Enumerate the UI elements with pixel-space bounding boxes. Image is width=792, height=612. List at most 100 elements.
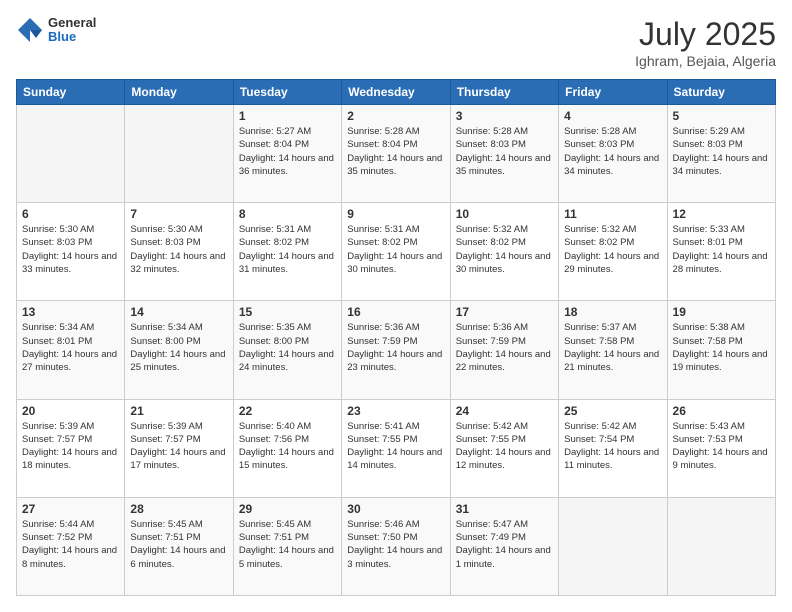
day-number: 2 xyxy=(347,109,444,123)
day-info: Sunrise: 5:32 AM Sunset: 8:02 PM Dayligh… xyxy=(564,223,661,276)
day-info: Sunrise: 5:33 AM Sunset: 8:01 PM Dayligh… xyxy=(673,223,770,276)
day-number: 8 xyxy=(239,207,336,221)
logo-text: General Blue xyxy=(48,16,96,45)
day-number: 14 xyxy=(130,305,227,319)
day-number: 5 xyxy=(673,109,770,123)
week-row-1: 1Sunrise: 5:27 AM Sunset: 8:04 PM Daylig… xyxy=(17,105,776,203)
day-number: 26 xyxy=(673,404,770,418)
day-number: 20 xyxy=(22,404,119,418)
day-info: Sunrise: 5:30 AM Sunset: 8:03 PM Dayligh… xyxy=(22,223,119,276)
day-cell: 31 Sunrise: 5:47 AM Sunset: 7:49 PM Dayli… xyxy=(450,497,558,595)
day-info: Sunrise: 5:28 AM Sunset: 8:03 PM Dayligh… xyxy=(456,125,553,178)
day-cell: 25 Sunrise: 5:42 AM Sunset: 7:54 PM Dayli… xyxy=(559,399,667,497)
day-cell: 1Sunrise: 5:27 AM Sunset: 8:04 PM Daylig… xyxy=(233,105,341,203)
day-cell: 10 Sunrise: 5:32 AM Sunset: 8:02 PM Dayli… xyxy=(450,203,558,301)
logo: General Blue xyxy=(16,16,96,45)
calendar-body: 1Sunrise: 5:27 AM Sunset: 8:04 PM Daylig… xyxy=(17,105,776,596)
day-cell: 4Sunrise: 5:28 AM Sunset: 8:03 PM Daylig… xyxy=(559,105,667,203)
day-cell: 24 Sunrise: 5:42 AM Sunset: 7:55 PM Dayli… xyxy=(450,399,558,497)
day-cell xyxy=(125,105,233,203)
day-cell xyxy=(559,497,667,595)
location: Ighram, Bejaia, Algeria xyxy=(635,53,776,69)
day-number: 16 xyxy=(347,305,444,319)
day-info: Sunrise: 5:39 AM Sunset: 7:57 PM Dayligh… xyxy=(130,420,227,473)
title-block: July 2025 Ighram, Bejaia, Algeria xyxy=(635,16,776,69)
day-cell: 19 Sunrise: 5:38 AM Sunset: 7:58 PM Dayli… xyxy=(667,301,775,399)
day-cell: 23Sunrise: 5:41 AM Sunset: 7:55 PM Dayli… xyxy=(342,399,450,497)
calendar-table: SundayMondayTuesdayWednesdayThursdayFrid… xyxy=(16,79,776,596)
day-info: Sunrise: 5:32 AM Sunset: 8:02 PM Dayligh… xyxy=(456,223,553,276)
week-row-2: 6 Sunrise: 5:30 AM Sunset: 8:03 PM Daylig… xyxy=(17,203,776,301)
day-info: Sunrise: 5:45 AM Sunset: 7:51 PM Dayligh… xyxy=(239,518,336,571)
day-info: Sunrise: 5:38 AM Sunset: 7:58 PM Dayligh… xyxy=(673,321,770,374)
day-number: 25 xyxy=(564,404,661,418)
week-row-3: 13 Sunrise: 5:34 AM Sunset: 8:01 PM Dayli… xyxy=(17,301,776,399)
day-cell: 18 Sunrise: 5:37 AM Sunset: 7:58 PM Dayli… xyxy=(559,301,667,399)
day-info: Sunrise: 5:41 AM Sunset: 7:55 PM Dayligh… xyxy=(347,420,444,473)
day-number: 11 xyxy=(564,207,661,221)
day-cell xyxy=(667,497,775,595)
day-info: Sunrise: 5:42 AM Sunset: 7:55 PM Dayligh… xyxy=(456,420,553,473)
calendar-header: SundayMondayTuesdayWednesdayThursdayFrid… xyxy=(17,80,776,105)
day-number: 27 xyxy=(22,502,119,516)
day-info: Sunrise: 5:39 AM Sunset: 7:57 PM Dayligh… xyxy=(22,420,119,473)
day-info: Sunrise: 5:47 AM Sunset: 7:49 PM Dayligh… xyxy=(456,518,553,571)
day-cell: 16 Sunrise: 5:36 AM Sunset: 7:59 PM Dayli… xyxy=(342,301,450,399)
day-info: Sunrise: 5:31 AM Sunset: 8:02 PM Dayligh… xyxy=(239,223,336,276)
day-info: Sunrise: 5:34 AM Sunset: 8:00 PM Dayligh… xyxy=(130,321,227,374)
col-header-thursday: Thursday xyxy=(450,80,558,105)
day-cell: 9 Sunrise: 5:31 AM Sunset: 8:02 PM Daylig… xyxy=(342,203,450,301)
col-header-tuesday: Tuesday xyxy=(233,80,341,105)
col-header-monday: Monday xyxy=(125,80,233,105)
day-number: 30 xyxy=(347,502,444,516)
day-cell: 26 Sunrise: 5:43 AM Sunset: 7:53 PM Dayli… xyxy=(667,399,775,497)
col-header-friday: Friday xyxy=(559,80,667,105)
week-row-5: 27Sunrise: 5:44 AM Sunset: 7:52 PM Dayli… xyxy=(17,497,776,595)
header-row: SundayMondayTuesdayWednesdayThursdayFrid… xyxy=(17,80,776,105)
day-cell: 17Sunrise: 5:36 AM Sunset: 7:59 PM Dayli… xyxy=(450,301,558,399)
day-cell: 21 Sunrise: 5:39 AM Sunset: 7:57 PM Dayli… xyxy=(125,399,233,497)
week-row-4: 20 Sunrise: 5:39 AM Sunset: 7:57 PM Dayli… xyxy=(17,399,776,497)
day-info: Sunrise: 5:46 AM Sunset: 7:50 PM Dayligh… xyxy=(347,518,444,571)
day-cell: 8 Sunrise: 5:31 AM Sunset: 8:02 PM Daylig… xyxy=(233,203,341,301)
day-number: 28 xyxy=(130,502,227,516)
day-number: 4 xyxy=(564,109,661,123)
day-number: 18 xyxy=(564,305,661,319)
day-cell: 27Sunrise: 5:44 AM Sunset: 7:52 PM Dayli… xyxy=(17,497,125,595)
day-info: Sunrise: 5:42 AM Sunset: 7:54 PM Dayligh… xyxy=(564,420,661,473)
logo-general: General xyxy=(48,16,96,30)
day-info: Sunrise: 5:28 AM Sunset: 8:04 PM Dayligh… xyxy=(347,125,444,178)
col-header-saturday: Saturday xyxy=(667,80,775,105)
day-cell: 15Sunrise: 5:35 AM Sunset: 8:00 PM Dayli… xyxy=(233,301,341,399)
col-header-sunday: Sunday xyxy=(17,80,125,105)
day-number: 1 xyxy=(239,109,336,123)
day-number: 6 xyxy=(22,207,119,221)
day-number: 10 xyxy=(456,207,553,221)
day-info: Sunrise: 5:37 AM Sunset: 7:58 PM Dayligh… xyxy=(564,321,661,374)
day-info: Sunrise: 5:45 AM Sunset: 7:51 PM Dayligh… xyxy=(130,518,227,571)
day-cell: 13 Sunrise: 5:34 AM Sunset: 8:01 PM Dayli… xyxy=(17,301,125,399)
month-title: July 2025 xyxy=(635,16,776,53)
day-number: 13 xyxy=(22,305,119,319)
day-info: Sunrise: 5:43 AM Sunset: 7:53 PM Dayligh… xyxy=(673,420,770,473)
day-number: 22 xyxy=(239,404,336,418)
day-number: 31 xyxy=(456,502,553,516)
day-cell: 30 Sunrise: 5:46 AM Sunset: 7:50 PM Dayli… xyxy=(342,497,450,595)
day-info: Sunrise: 5:31 AM Sunset: 8:02 PM Dayligh… xyxy=(347,223,444,276)
day-number: 17 xyxy=(456,305,553,319)
day-cell: 20 Sunrise: 5:39 AM Sunset: 7:57 PM Dayli… xyxy=(17,399,125,497)
day-cell: 5 Sunrise: 5:29 AM Sunset: 8:03 PM Daylig… xyxy=(667,105,775,203)
day-number: 7 xyxy=(130,207,227,221)
day-cell: 6 Sunrise: 5:30 AM Sunset: 8:03 PM Daylig… xyxy=(17,203,125,301)
day-cell: 12Sunrise: 5:33 AM Sunset: 8:01 PM Dayli… xyxy=(667,203,775,301)
day-number: 9 xyxy=(347,207,444,221)
day-number: 24 xyxy=(456,404,553,418)
day-cell: 22Sunrise: 5:40 AM Sunset: 7:56 PM Dayli… xyxy=(233,399,341,497)
day-info: Sunrise: 5:36 AM Sunset: 7:59 PM Dayligh… xyxy=(347,321,444,374)
day-number: 21 xyxy=(130,404,227,418)
day-number: 19 xyxy=(673,305,770,319)
logo-blue: Blue xyxy=(48,30,96,44)
day-info: Sunrise: 5:29 AM Sunset: 8:03 PM Dayligh… xyxy=(673,125,770,178)
page: General Blue July 2025 Ighram, Bejaia, A… xyxy=(0,0,792,612)
day-info: Sunrise: 5:34 AM Sunset: 8:01 PM Dayligh… xyxy=(22,321,119,374)
